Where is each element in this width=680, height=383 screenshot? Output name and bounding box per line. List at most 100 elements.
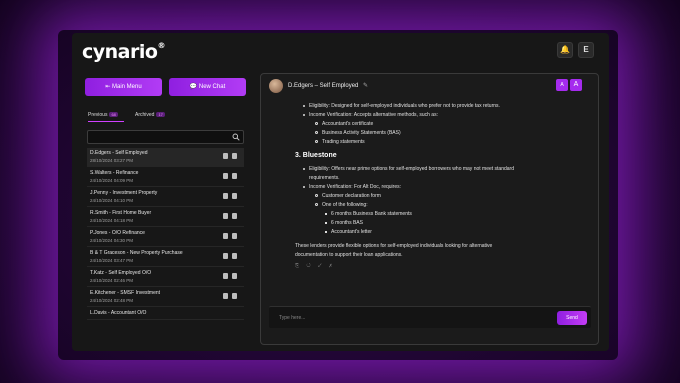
header: cynario® 🔔 E xyxy=(72,33,609,73)
send-button[interactable]: Send xyxy=(557,311,587,325)
bullet-icon xyxy=(315,122,318,126)
bullet-icon xyxy=(315,194,318,198)
message-line: Income Verification: Accepts alternative… xyxy=(303,111,438,120)
item-date: 24/10/2024 04:10 PM xyxy=(90,198,134,203)
line-text: 6 months BAS xyxy=(331,220,363,226)
list-item[interactable]: S.Walters - Refinance 24/10/2024 04:09 P… xyxy=(87,168,244,187)
font-increase-button[interactable]: A xyxy=(570,79,582,91)
search-input[interactable] xyxy=(87,130,244,144)
copy-icon[interactable] xyxy=(223,293,228,299)
line-text: Trading statements xyxy=(322,139,365,145)
list-item[interactable]: T.Katz - Self Employed O/O 24/10/2024 02… xyxy=(87,268,244,287)
main-menu-button[interactable]: ⇤ Main Menu xyxy=(85,78,162,96)
cynario-logo: cynario® xyxy=(82,41,165,63)
item-name: R.Smith - First Home Buyer xyxy=(90,210,152,216)
chat-panel: D.Edgers – Self Employed ✎ A A Eligibili… xyxy=(260,73,599,345)
message-line: Income Verification: For Alt Doc, requir… xyxy=(303,183,401,192)
bullet-icon xyxy=(325,212,327,215)
list-item[interactable]: R.Smith - First Home Buyer 24/10/2024 04… xyxy=(87,208,244,227)
user-initial: E xyxy=(583,45,589,54)
section-heading: 3. Bluestone xyxy=(295,152,337,159)
trash-icon[interactable] xyxy=(232,273,237,279)
item-date: 24/10/2024 03:47 PM xyxy=(90,258,134,263)
tab-previous-count: 68 xyxy=(109,112,118,117)
tab-previous[interactable]: Previous 68 xyxy=(88,112,124,122)
bullet-icon xyxy=(303,104,305,107)
copy-icon[interactable] xyxy=(223,213,228,219)
bullet-icon xyxy=(315,131,318,135)
list-item[interactable]: J.Penny - Investment Property 24/10/2024… xyxy=(87,188,244,207)
trash-icon[interactable] xyxy=(232,293,237,299)
list-item[interactable]: D.Edgers - Self Employed 28/10/2024 03:2… xyxy=(87,148,244,167)
list-item[interactable]: P.Jones - O/O Refinance 24/10/2024 04:30… xyxy=(87,228,244,247)
trash-icon[interactable] xyxy=(232,193,237,199)
item-date: 24/10/2024 04:09 PM xyxy=(90,178,134,183)
brand-text: cynario xyxy=(82,41,158,63)
item-date: 24/10/2024 02:46 PM xyxy=(90,278,134,283)
tab-previous-label: Previous xyxy=(88,112,108,118)
input-placeholder: Type here... xyxy=(279,315,306,321)
list-item[interactable]: L.Davis - Accountant O/O xyxy=(87,308,244,320)
trash-icon[interactable] xyxy=(232,233,237,239)
chat-title: D.Edgers – Self Employed ✎ xyxy=(288,82,368,89)
tab-archived-label: Archived xyxy=(135,112,155,118)
item-name: J.Penny - Investment Property xyxy=(90,190,158,196)
line-text: Eligibility: Designed for self-employed … xyxy=(309,103,500,109)
tab-archived[interactable]: Archived 17 xyxy=(135,112,165,118)
bullet-icon xyxy=(315,203,318,207)
message-line: requirements. xyxy=(309,174,340,183)
item-date: 24/10/2024 02:48 PM xyxy=(90,298,134,303)
copy-icon[interactable] xyxy=(223,193,228,199)
copy-icon[interactable] xyxy=(223,273,228,279)
item-date: 28/10/2024 03:27 PM xyxy=(90,158,134,163)
active-tab-indicator xyxy=(88,121,124,122)
item-date: 24/10/2024 04:18 PM xyxy=(90,218,134,223)
message-line: Accountant's certificate xyxy=(315,120,373,129)
bullet-icon xyxy=(325,221,327,224)
message-line: Trading statements xyxy=(315,138,365,147)
message-line: 6 months Business Bank statements xyxy=(325,210,412,219)
item-name: T.Katz - Self Employed O/O xyxy=(90,270,152,276)
chat-title-text: D.Edgers – Self Employed xyxy=(288,83,359,89)
trash-icon[interactable] xyxy=(232,153,237,159)
message-line: Accountant's letter xyxy=(325,228,372,237)
copy-icon[interactable] xyxy=(223,253,228,259)
line-text: Eligibility: Offers near prime options f… xyxy=(309,166,514,172)
bullet-icon xyxy=(303,167,305,170)
item-name: E.Kitchener - SMSF Investment xyxy=(90,290,161,296)
bullet-icon xyxy=(325,230,327,233)
message-line: Business Activity Statements (BAS) xyxy=(315,129,401,138)
copy-icon[interactable] xyxy=(223,233,228,239)
line-text: 6 months Business Bank statements xyxy=(331,211,412,217)
item-name: B & T Graceson - New Property Purchase xyxy=(90,250,183,256)
bullet-icon xyxy=(303,113,305,116)
search-icon xyxy=(232,133,240,141)
bell-glyph: 🔔 xyxy=(560,45,570,54)
line-text: Customer declaration form xyxy=(322,193,381,199)
line-text: Income Verification: For Alt Doc, requir… xyxy=(309,184,401,190)
user-avatar-button[interactable]: E xyxy=(578,42,594,58)
message-actions[interactable]: ⎘ ↺ ✓ ✗ xyxy=(295,263,335,269)
trash-icon[interactable] xyxy=(232,173,237,179)
message-input[interactable]: Type here... Send xyxy=(269,306,591,328)
line-text: Accountant's certificate xyxy=(322,121,374,127)
bell-icon[interactable]: 🔔 xyxy=(557,42,573,58)
summary-line: These lenders provide flexible options f… xyxy=(295,243,493,249)
message-line: Eligibility: Designed for self-employed … xyxy=(303,102,500,111)
list-item[interactable]: B & T Graceson - New Property Purchase 2… xyxy=(87,248,244,267)
copy-icon[interactable] xyxy=(223,153,228,159)
item-date: 24/10/2024 04:30 PM xyxy=(90,238,134,243)
trash-icon[interactable] xyxy=(232,213,237,219)
message-line: Customer declaration form xyxy=(315,192,381,201)
line-text: Income Verification: Accepts alternative… xyxy=(309,112,438,118)
item-name: S.Walters - Refinance xyxy=(90,170,139,176)
tab-archived-count: 17 xyxy=(156,112,165,117)
new-chat-button[interactable]: 💬 New Chat xyxy=(169,78,246,96)
font-decrease-button[interactable]: A xyxy=(556,79,568,91)
line-text: requirements. xyxy=(309,175,340,181)
bullet-icon xyxy=(303,185,305,188)
edit-icon[interactable]: ✎ xyxy=(363,83,368,89)
copy-icon[interactable] xyxy=(223,173,228,179)
trash-icon[interactable] xyxy=(232,253,237,259)
list-item[interactable]: E.Kitchener - SMSF Investment 24/10/2024… xyxy=(87,288,244,307)
